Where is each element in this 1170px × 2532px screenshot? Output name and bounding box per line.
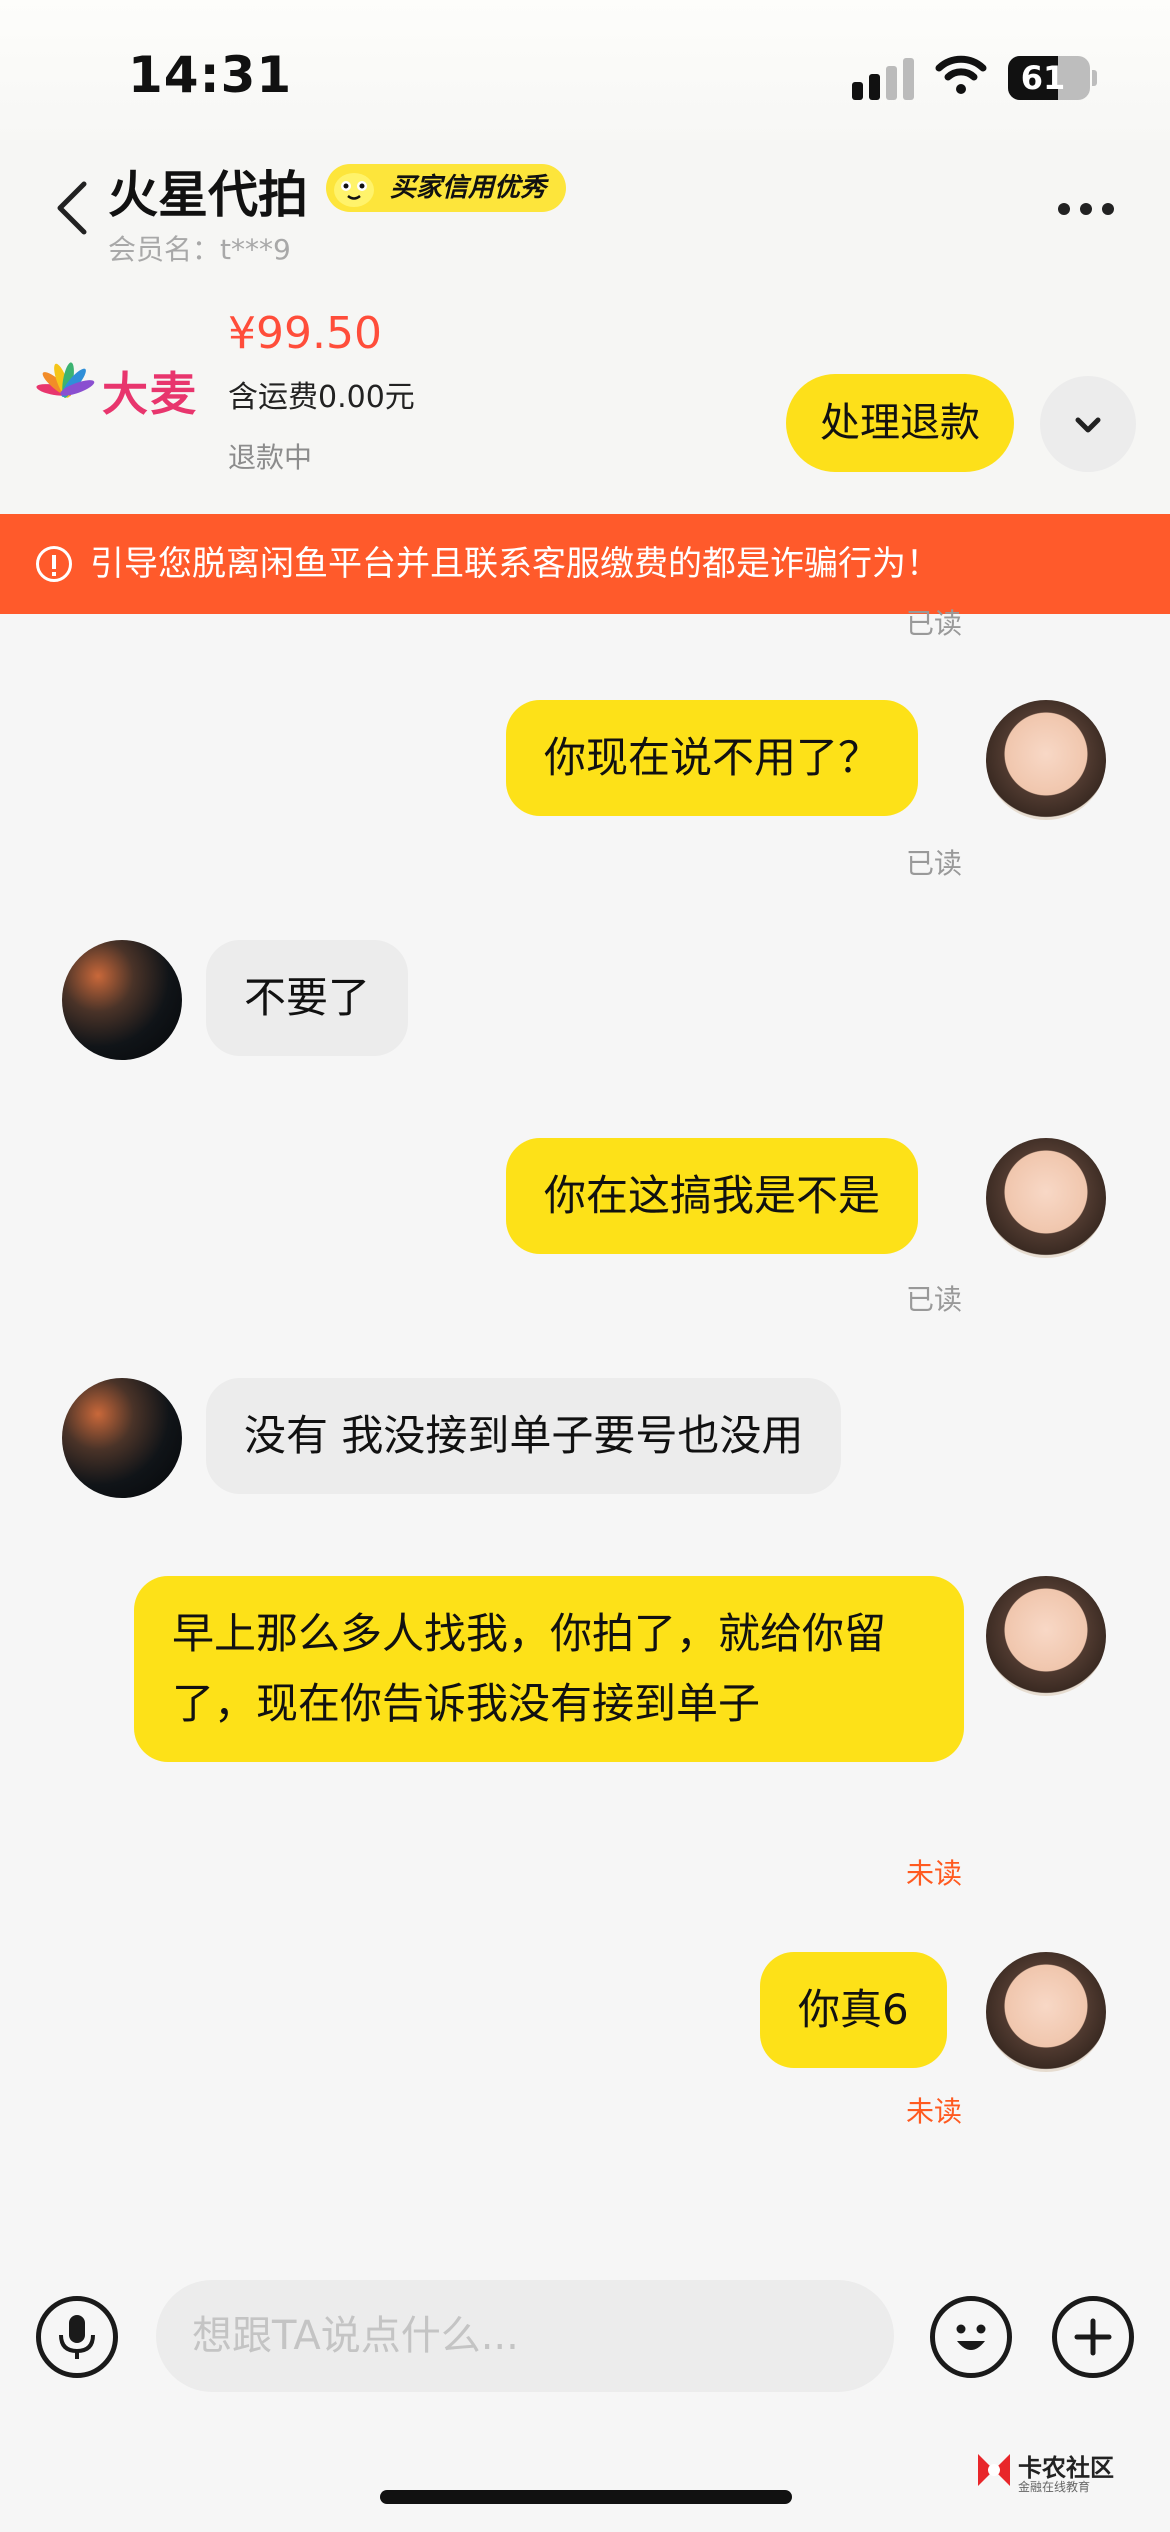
status-bar: 14:31 61 <box>0 0 1170 140</box>
logo-text: 大麦 <box>102 367 198 421</box>
clock: 14:31 <box>128 46 293 104</box>
message-bubble[interactable]: 你现在说不用了？ <box>506 700 919 816</box>
seller-name[interactable]: 火星代拍 <box>108 155 308 227</box>
fraud-warning-text: 引导您脱离闲鱼平台并且联系客服缴费的都是诈骗行为！ <box>90 544 940 584</box>
chevron-down-icon <box>1075 417 1101 433</box>
message-bubble[interactable]: 你在这搞我是不是 <box>506 1138 919 1254</box>
read-status: 已读 <box>905 1283 962 1316</box>
more-actions-button[interactable] <box>1052 2296 1134 2378</box>
message-bubble[interactable]: 没有 我没接到单子要号也没用 <box>206 1378 842 1494</box>
smile-face-icon <box>334 173 374 207</box>
credit-badge-label: 买家信用优秀 <box>390 173 547 203</box>
watermark: 卡农社区 金融在线教育 <box>974 2448 1124 2496</box>
message-bubble[interactable]: 早上那么多人找我，你拍了，就给你留了，现在你告诉我没有接到单子 <box>134 1576 964 1762</box>
emoji-icon <box>956 2324 986 2350</box>
home-indicator[interactable] <box>380 2490 792 2504</box>
process-refund-button[interactable]: 处理退款 <box>786 374 1014 472</box>
back-icon[interactable] <box>50 178 96 238</box>
wifi-icon <box>935 55 987 94</box>
more-icon[interactable] <box>1058 200 1124 219</box>
plus-icon <box>1074 2318 1112 2356</box>
my-avatar[interactable] <box>986 700 1106 820</box>
watermark-subtitle: 金融在线教育 <box>1018 2480 1091 2494</box>
kanong-logo-icon <box>978 2454 1010 2486</box>
my-avatar[interactable] <box>986 1576 1106 1696</box>
my-avatar[interactable] <box>986 1138 1106 1258</box>
message-bubble[interactable]: 不要了 <box>206 940 409 1056</box>
voice-button[interactable] <box>36 2296 118 2378</box>
damai-logo: 大麦 <box>36 356 206 421</box>
message-input[interactable] <box>156 2280 894 2392</box>
unread-status: 未读 <box>905 2095 962 2128</box>
shipping-fee: 含运费0.00元 <box>228 380 415 415</box>
expand-order-button[interactable] <box>1040 376 1136 472</box>
read-status: 已读 <box>905 847 962 880</box>
read-status: 已读 <box>905 607 962 640</box>
seller-avatar[interactable] <box>62 940 182 1060</box>
fraud-warning-banner: 引导您脱离闲鱼平台并且联系客服缴费的都是诈骗行为！ <box>0 514 1170 614</box>
cellular-signal-icon <box>852 58 916 100</box>
microphone-icon <box>59 2315 95 2359</box>
battery-icon: 61 <box>1008 56 1090 100</box>
my-avatar[interactable] <box>986 1952 1106 2072</box>
message-bubble[interactable]: 你真6 <box>760 1952 947 2068</box>
battery-percent: 61 <box>1020 59 1066 97</box>
flower-logo-icon <box>36 362 95 398</box>
emoji-button[interactable] <box>930 2296 1012 2378</box>
order-price: ¥99.50 <box>228 308 382 359</box>
member-name: 会员名：t***9 <box>108 233 291 266</box>
unread-status: 未读 <box>905 1857 962 1890</box>
credit-badge[interactable]: 买家信用优秀 <box>326 164 567 212</box>
alert-icon <box>36 546 72 582</box>
seller-avatar[interactable] <box>62 1378 182 1498</box>
battery-tip <box>1092 70 1097 86</box>
refund-status: 退款中 <box>228 441 313 474</box>
